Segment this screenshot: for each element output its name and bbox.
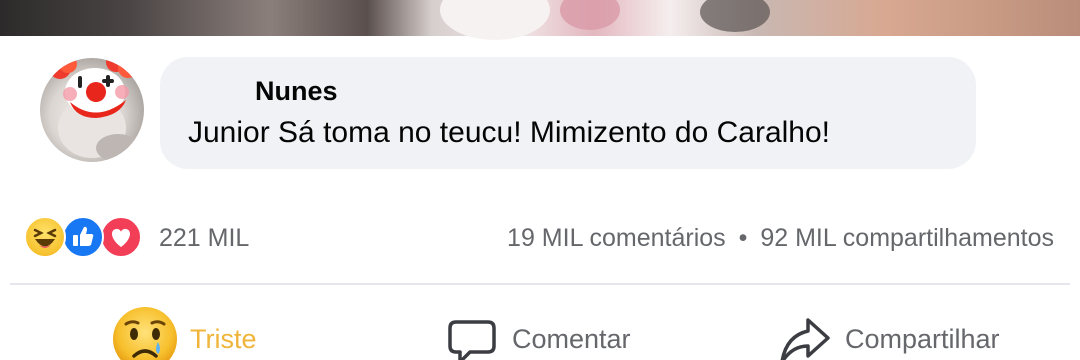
sad-face-icon bbox=[113, 307, 177, 360]
reaction-count[interactable]: 221 MIL bbox=[159, 224, 249, 253]
share-count-link[interactable]: 92 MIL compartilhamentos bbox=[760, 224, 1054, 252]
post-comment-screen: Nunes Junior Sá toma no teucu! Mimizento… bbox=[0, 0, 1080, 360]
post-stats: 19 MIL comentários • 92 MIL compartilham… bbox=[507, 224, 1054, 253]
share-arrow-icon bbox=[780, 318, 830, 360]
share-label: Compartilhar bbox=[845, 324, 1000, 354]
love-icon bbox=[100, 216, 142, 258]
commenter-avatar[interactable] bbox=[40, 58, 144, 162]
post-image[interactable] bbox=[0, 0, 1080, 40]
stats-separator: • bbox=[738, 224, 748, 252]
comment-bubble[interactable]: Nunes Junior Sá toma no teucu! Mimizento… bbox=[160, 57, 976, 169]
comment-count-link[interactable]: 19 MIL comentários bbox=[507, 224, 726, 252]
clown-face-icon bbox=[49, 58, 140, 162]
divider bbox=[10, 283, 1070, 285]
reaction-label: Triste bbox=[190, 324, 257, 354]
comment-label: Comentar bbox=[512, 324, 631, 354]
like-icon bbox=[62, 216, 104, 258]
comment-author[interactable]: Nunes bbox=[255, 76, 338, 107]
haha-icon bbox=[24, 216, 66, 258]
comment-bubble-icon bbox=[448, 320, 496, 360]
comment-text: Junior Sá toma no teucu! Mimizento do Ca… bbox=[188, 116, 830, 149]
